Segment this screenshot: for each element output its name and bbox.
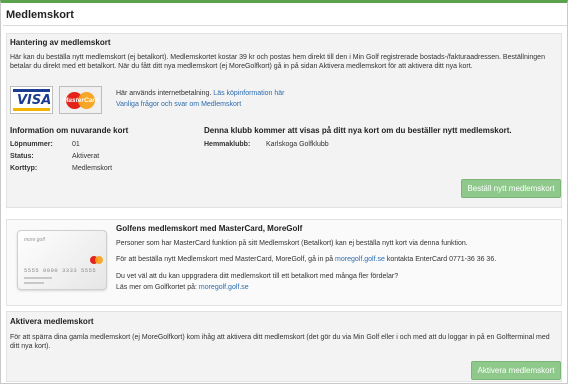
activate-panel: Aktivera medlemskort För att spärra dina… xyxy=(6,311,562,382)
current-card-label-0: Löpnummer: xyxy=(10,141,53,148)
current-card-value-2: Medlemskort xyxy=(72,165,113,172)
mastercard-logo-text: MasterCard xyxy=(63,97,99,104)
moregolf-text-3: Du vet väl att du kan uppgradera ditt me… xyxy=(116,273,399,280)
moregolf-link-1[interactable]: moregolf.golf.se xyxy=(335,256,385,263)
current-card-heading: Information om nuvarande kort xyxy=(10,126,129,135)
moregolf-panel: more golf 5555 0000 3333 5555 Golfens me… xyxy=(6,219,562,306)
card-management-heading: Hantering av medlemskort xyxy=(10,38,111,47)
current-card-label-1: Status: xyxy=(10,153,34,160)
moregolf-link-2[interactable]: moregolf.golf.se xyxy=(199,284,249,291)
title-divider xyxy=(3,25,567,26)
activate-heading: Aktivera medlemskort xyxy=(10,317,94,326)
activate-card-button[interactable]: Aktivera medlemskort xyxy=(471,361,561,380)
page-title: Medlemskort xyxy=(6,9,74,21)
home-club-value: Karlskoga Golfklubb xyxy=(266,141,329,148)
moregolf-card-number: 5555 0000 3333 5555 xyxy=(24,267,97,274)
current-card-label-2: Korttyp: xyxy=(10,165,38,172)
moregolf-card-image: more golf 5555 0000 3333 5555 xyxy=(17,230,107,290)
moregolf-heading: Golfens medlemskort med MasterCard, More… xyxy=(116,224,303,233)
moregolf-text-4: Läs mer om Golfkortet på: moregolf.golf.… xyxy=(116,284,249,291)
purchase-info-link[interactable]: Läs köpinformation här xyxy=(213,90,284,97)
visa-logo: VISA xyxy=(10,86,53,114)
card-management-text: Här kan du beställa nytt medlemskort (ej… xyxy=(10,54,545,71)
payment-note: Här används internetbetalning. Läs köpin… xyxy=(116,90,285,97)
current-card-value-0: 01 xyxy=(72,141,80,148)
moregolf-card-brand: more golf xyxy=(24,237,45,243)
current-card-value-1: Aktiverat xyxy=(72,153,100,160)
visa-logo-text: VISA xyxy=(17,93,52,108)
club-heading: Denna klubb kommer att visas på ditt nya… xyxy=(204,126,512,135)
home-club-label: Hemmaklubb: xyxy=(204,141,251,148)
faq-link[interactable]: Vanliga frågor och svar om Medlemskort xyxy=(116,100,241,109)
moregolf-text-1: Personer som har MasterCard funktion på … xyxy=(116,240,468,247)
card-management-panel: Hantering av medlemskort Här kan du best… xyxy=(6,33,562,208)
mastercard-logo: MasterCard xyxy=(59,86,102,114)
moregolf-text-2: För att beställa nytt Medlemskort med Ma… xyxy=(116,256,497,263)
order-new-card-button[interactable]: Beställ nytt medlemskort xyxy=(461,179,561,198)
activate-text: För att spärra dina gamla medlemskort (e… xyxy=(10,334,550,351)
